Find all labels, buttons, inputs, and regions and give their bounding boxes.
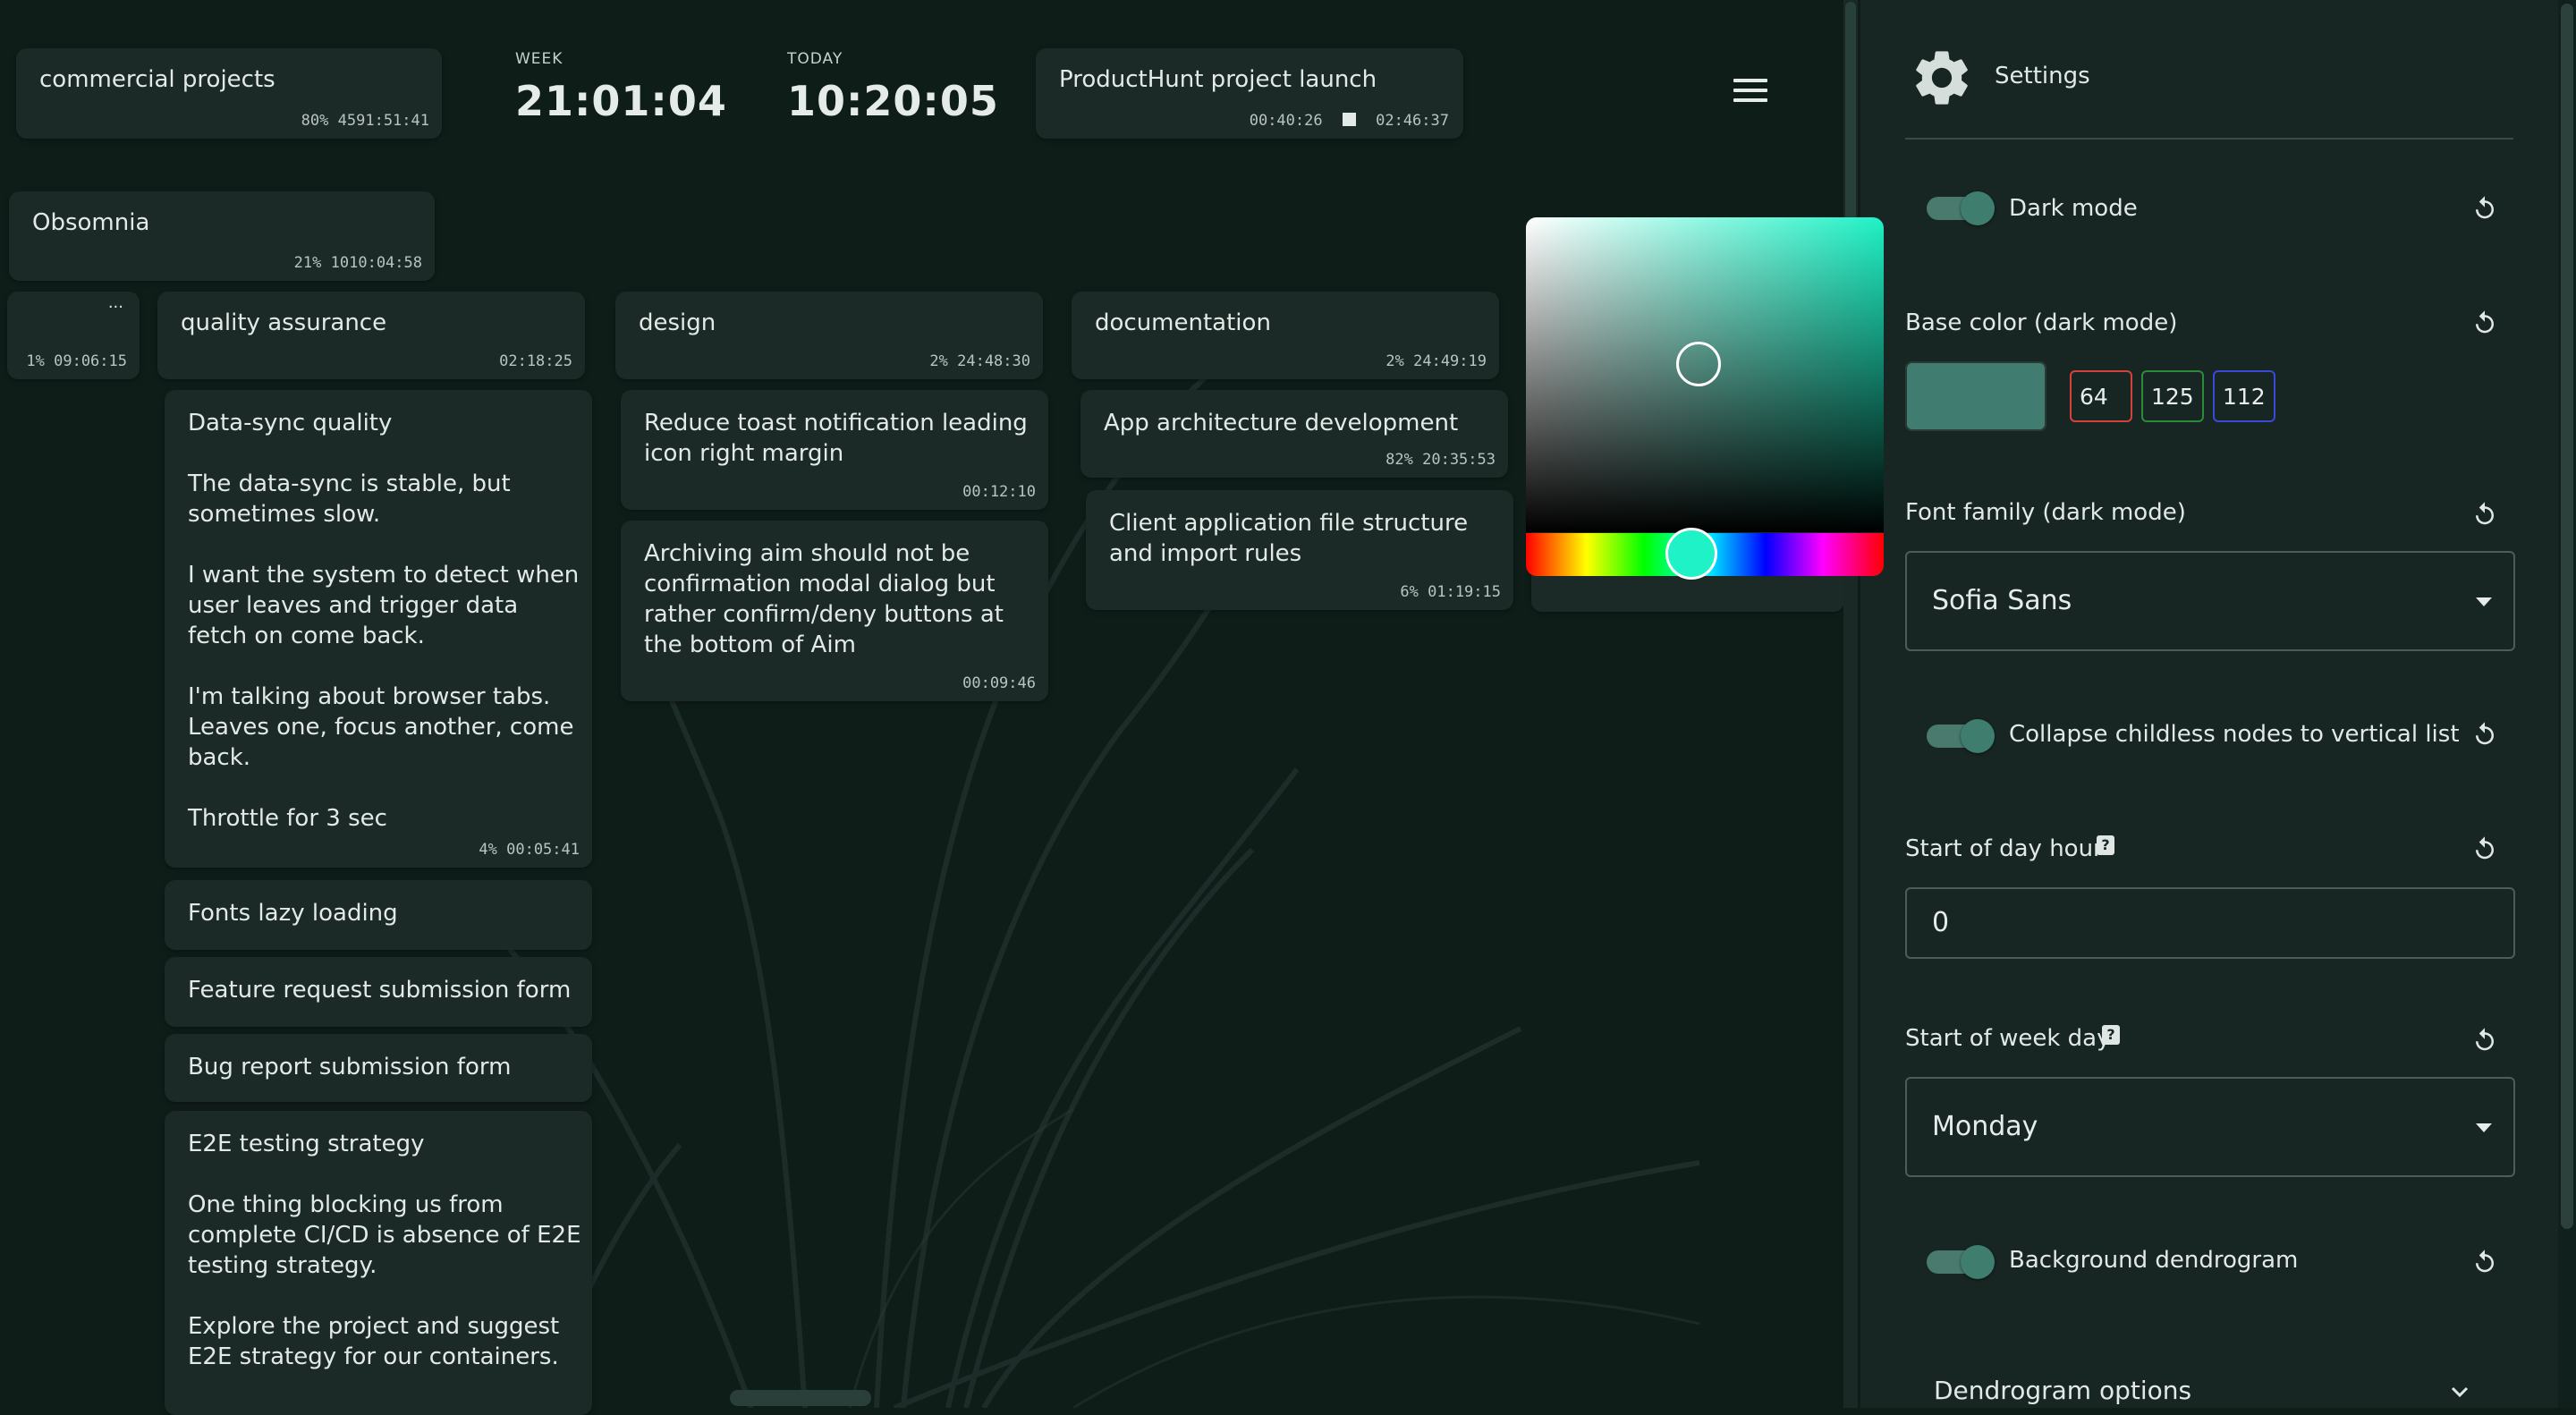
red-input[interactable]: 64 [2070,370,2132,422]
dark-mode-toggle[interactable] [1927,191,1995,225]
design-node-stats: 2% 24:48:30 [929,352,1030,370]
dendrogram-options-header[interactable]: Dendrogram options [1934,1376,2191,1405]
task-card[interactable]: Fonts lazy loading [165,880,592,950]
dark-mode-label: Dark mode [2009,195,2138,222]
task-title: App architecture development [1104,410,1459,436]
dropdown-caret-icon [2476,597,2492,606]
collapse-childless-toggle[interactable] [1927,719,1995,753]
documentation-node-title: documentation [1095,309,1271,336]
hue-handle[interactable] [1665,528,1717,580]
help-icon[interactable]: ? [2097,835,2114,855]
task-card[interactable]: E2E testing strategy One thing blocking … [165,1111,592,1415]
task-card[interactable]: Client application file structure and im… [1086,490,1513,610]
active-task-card[interactable]: ProductHunt project launch 00:40:26 02:4… [1036,48,1463,139]
task-card[interactable]: Data-sync quality The data-sync is stabl… [165,390,592,868]
color-picker[interactable] [1526,217,1884,577]
root-node-card[interactable]: Obsomnia 21% 1010:04:58 [9,191,435,281]
settings-title: Settings [1995,63,2090,89]
task-title: E2E testing strategy One thing blocking … [188,1131,581,1370]
blue-input[interactable]: 112 [2213,370,2275,422]
background-dendrogram-toggle[interactable] [1927,1245,1995,1279]
today-label: TODAY [787,50,843,68]
dropdown-caret-icon [2476,1123,2492,1132]
task-card[interactable]: Bug report submission form [165,1034,592,1102]
root-node-stats: 21% 1010:04:58 [293,254,422,272]
task-stats: 82% 20:35:53 [1385,451,1496,469]
background-dendrogram-label: Background dendrogram [2009,1247,2299,1274]
collapsed-node-card[interactable]: ... 1% 09:06:15 [7,292,140,379]
settings-scrollbar[interactable] [2558,0,2576,1408]
reset-icon[interactable] [2471,1249,2498,1275]
chevron-down-icon[interactable] [2449,1381,2470,1402]
start-of-day-value: 0 [1932,907,1950,938]
today-timer: 10:20:05 [787,77,999,125]
reset-icon[interactable] [2471,501,2498,528]
start-of-day-input[interactable]: 0 [1905,887,2515,959]
base-color-label: Base color (dark mode) [1905,309,2178,336]
gear-icon [1916,51,1968,105]
collapsed-node-stats: 1% 09:06:15 [26,352,127,370]
reset-icon[interactable] [2471,195,2498,222]
green-input[interactable]: 125 [2141,370,2204,422]
canvas-horizontal-scrollbar[interactable] [730,1390,871,1406]
task-title: Archiving aim should not be confirmation… [644,540,1012,658]
help-icon[interactable]: ? [2102,1025,2120,1045]
project-title: commercial projects [39,66,275,93]
design-node-card[interactable]: design 2% 24:48:30 [615,292,1043,379]
documentation-node-stats: 2% 24:49:19 [1385,352,1487,370]
project-stats: 80% 4591:51:41 [301,112,429,130]
settings-divider [1905,138,2513,140]
task-title: Data-sync quality The data-sync is stabl… [188,410,580,832]
task-title: Feature request submission form [188,977,572,1004]
menu-icon[interactable] [1733,79,1767,106]
reset-icon[interactable] [2471,1027,2498,1054]
task-stats: 00:09:46 [962,674,1036,692]
task-stats: 4% 00:05:41 [479,841,580,859]
design-node-title: design [639,309,716,336]
task-title: Fonts lazy loading [188,900,398,927]
reset-icon[interactable] [2471,721,2498,748]
task-card[interactable]: Reduce toast notification leading icon r… [621,390,1048,510]
task-title: Bug report submission form [188,1054,512,1080]
qa-node-card[interactable]: quality assurance 02:18:25 [157,292,585,379]
task-card[interactable]: Archiving aim should not be confirmation… [621,521,1048,701]
task-title: Client application file structure and im… [1109,510,1476,567]
active-task-title: ProductHunt project launch [1059,66,1377,93]
task-stats: 6% 01:19:15 [1400,583,1501,601]
task-card[interactable]: App architecture development 82% 20:35:5… [1080,390,1508,478]
font-family-value: Sofia Sans [1932,585,2072,616]
start-of-week-value: Monday [1932,1111,2038,1142]
start-of-week-label: Start of week day [1905,1025,2111,1052]
start-of-week-select[interactable]: Monday [1905,1077,2515,1177]
task-stats: 00:12:10 [962,483,1036,501]
reset-icon[interactable] [2471,835,2498,862]
base-color-swatch[interactable] [1905,361,2046,431]
start-of-day-label: Start of day hour [1905,835,2103,862]
week-timer: 21:01:04 [515,77,727,125]
font-family-select[interactable]: Sofia Sans [1905,551,2515,651]
qa-node-title: quality assurance [181,309,387,336]
more-icon[interactable]: ... [108,293,123,312]
collapse-childless-label: Collapse childless nodes to vertical lis… [2009,721,2460,748]
saturation-value-handle[interactable] [1676,342,1721,386]
canvas-vertical-scrollbar[interactable] [1843,0,1858,1408]
qa-node-time: 02:18:25 [499,352,572,370]
active-task-times: 00:40:26 02:46:37 [1249,112,1449,130]
task-card[interactable]: Feature request submission form [165,957,592,1027]
week-label: WEEK [515,50,564,68]
task-title: Reduce toast notification leading icon r… [644,410,1036,467]
project-card[interactable]: commercial projects 80% 4591:51:41 [16,48,442,139]
stop-icon[interactable] [1342,113,1356,126]
documentation-node-card[interactable]: documentation 2% 24:49:19 [1072,292,1499,379]
reset-icon[interactable] [2471,309,2498,336]
root-node-title: Obsomnia [32,209,150,236]
font-family-label: Font family (dark mode) [1905,499,2186,526]
